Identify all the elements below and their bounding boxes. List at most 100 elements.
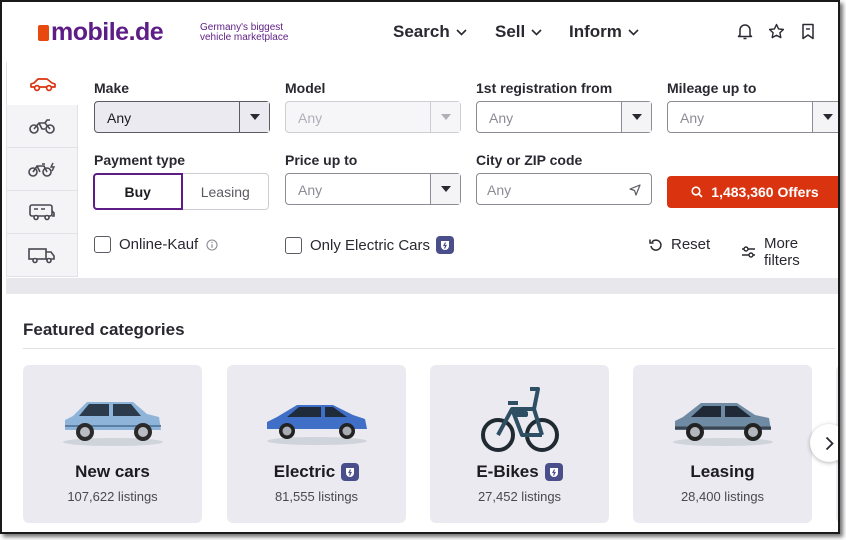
tagline-line-2: vehicle marketplace [200, 32, 289, 43]
make-label: Make [94, 80, 130, 96]
motorhome-icon [29, 204, 55, 221]
electric-only-box[interactable] [285, 236, 302, 254]
more-filters-label: More filters [763, 235, 800, 269]
caret-down-icon [249, 114, 260, 120]
category-card-electric[interactable]: Electric 81,555 listings [227, 365, 406, 523]
category-card-new-cars[interactable]: New cars 107,622 listings [23, 365, 202, 523]
model-select[interactable]: Any [285, 101, 461, 133]
electric-car-image [227, 379, 406, 459]
tab-motorhome[interactable] [6, 191, 78, 234]
search-icon [691, 186, 703, 198]
tab-car[interactable] [6, 62, 78, 105]
category-title-text: Electric [273, 462, 336, 481]
site-header: mobile.de Germany's biggest vehicle mark… [2, 2, 838, 64]
suv-icon [62, 402, 163, 446]
electric-only-checkbox[interactable]: Only Electric Cars [285, 236, 455, 254]
filter-sliders-icon [741, 246, 755, 258]
category-card-e-bikes[interactable]: E-Bikes 27,452 listings [430, 365, 609, 523]
category-title-text: E-Bikes [476, 462, 539, 481]
make-select[interactable]: Any [94, 101, 270, 133]
browser-frame: mobile.de Germany's biggest vehicle mark… [0, 0, 840, 534]
category-title: E-Bikes [430, 462, 609, 482]
suv-image [23, 379, 202, 459]
model-label: Model [285, 80, 326, 96]
city-label: City or ZIP code [476, 152, 583, 168]
registration-select[interactable]: Any [476, 101, 652, 133]
make-dropdown-button[interactable] [239, 102, 269, 132]
online-kauf-checkbox[interactable]: Online-Kauf [94, 236, 218, 253]
show-offers-button[interactable]: 1,483,360 Offers [667, 176, 838, 208]
nav-search-label: Search [393, 22, 450, 41]
more-filters-button[interactable]: More filters [741, 235, 838, 269]
payment-leasing-option[interactable]: Leasing [182, 173, 269, 210]
logo-mark [38, 24, 49, 41]
category-card-leasing[interactable]: Leasing 28,400 listings [633, 365, 812, 523]
nav-inform[interactable]: Inform [569, 22, 639, 42]
nav-sell[interactable]: Sell [495, 22, 542, 42]
nav-inform-label: Inform [569, 22, 622, 41]
category-title: Leasing [690, 462, 755, 481]
price-dropdown-button[interactable] [430, 174, 460, 204]
e-bike-icon [28, 162, 56, 177]
online-kauf-box[interactable] [94, 236, 111, 253]
truck-icon [28, 248, 55, 264]
car-icon [29, 77, 56, 91]
bicycle-icon [480, 387, 559, 452]
info-icon[interactable] [206, 238, 218, 251]
crossover-image [633, 379, 812, 459]
electric-badge [436, 236, 455, 254]
motorbike-icon [29, 119, 55, 134]
price-value: Any [298, 182, 323, 198]
logo-text: mobile.de [51, 18, 164, 46]
e-bike-image [430, 379, 609, 459]
category-count: 28,400 listings [680, 489, 765, 504]
category-title: New cars [75, 462, 150, 481]
carousel-next-button[interactable] [810, 424, 838, 462]
featured-categories-heading: Featured categories [23, 320, 185, 339]
model-value: Any [298, 110, 323, 126]
bookmark-icon[interactable] [801, 23, 815, 40]
caret-down-icon [631, 114, 642, 120]
logo[interactable]: mobile.de [38, 18, 164, 47]
payment-type-label: Payment type [94, 152, 186, 168]
nav-search[interactable]: Search [393, 22, 467, 42]
mileage-label: Mileage up to [667, 80, 757, 96]
price-select[interactable]: Any [285, 173, 461, 205]
mileage-select[interactable]: Any [667, 101, 838, 133]
online-kauf-label: Online-Kauf [119, 236, 199, 253]
make-value: Any [107, 110, 132, 126]
electric-badge [544, 463, 563, 481]
sedan-icon [266, 405, 367, 445]
tab-truck[interactable] [6, 234, 78, 277]
city-placeholder: Any [487, 182, 512, 198]
payment-buy-option[interactable]: Buy [93, 173, 183, 210]
mileage-dropdown-button[interactable] [812, 102, 838, 132]
tagline: Germany's biggest vehicle marketplace [200, 23, 288, 43]
star-icon[interactable] [768, 23, 785, 40]
electric-badge [341, 463, 360, 481]
caret-down-icon [440, 114, 451, 120]
price-label: Price up to [285, 152, 358, 168]
electric-plug-icon [346, 468, 355, 477]
electric-plug-icon [549, 468, 558, 477]
registration-value: Any [489, 110, 514, 126]
divider [23, 348, 835, 349]
offers-count-label: 1,483,360 Offers [711, 184, 819, 200]
model-dropdown-button[interactable] [430, 102, 460, 132]
registration-dropdown-button[interactable] [621, 102, 651, 132]
chevron-right-icon [825, 436, 834, 450]
category-title: Electric [227, 462, 406, 482]
city-input[interactable]: Any [476, 173, 652, 205]
registration-label: 1st registration from [476, 80, 613, 96]
tab-e-bike[interactable] [6, 148, 78, 191]
chevron-down-icon [456, 28, 467, 36]
category-count: 27,452 listings [477, 489, 562, 504]
reset-button[interactable]: Reset [649, 236, 710, 253]
section-divider-band [6, 278, 838, 294]
bell-icon[interactable] [737, 23, 753, 40]
location-arrow-icon[interactable] [629, 184, 641, 196]
tab-motorbike[interactable] [6, 105, 78, 148]
crossover-icon [672, 403, 773, 446]
nav-sell-label: Sell [495, 22, 526, 41]
chevron-down-icon [531, 28, 542, 36]
